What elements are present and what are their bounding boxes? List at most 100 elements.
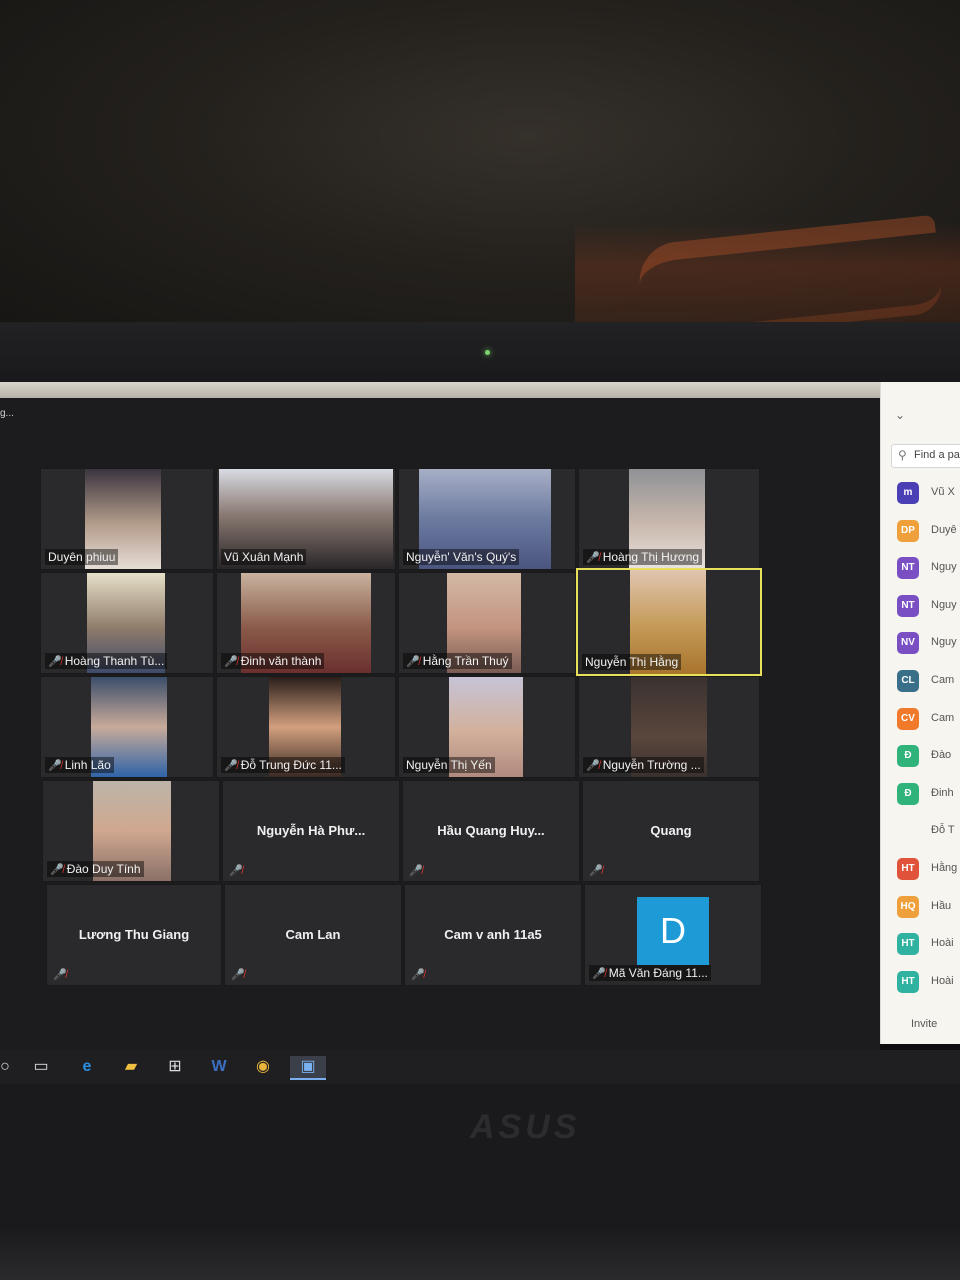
avatar-tile[interactable]: D 🎤̸ Mã Văn Đáng 11... <box>584 884 762 986</box>
participant-list-name: Duyê <box>931 523 957 536</box>
participant-list-name: Nguy <box>931 636 957 649</box>
word-icon[interactable]: W <box>208 1056 230 1078</box>
chrome-icon[interactable]: ◉ <box>252 1056 274 1078</box>
muted-mic-icon: 🎤̸ <box>586 760 600 772</box>
participant-list-item[interactable]: HT Hoài <box>897 933 960 957</box>
search-icon: ⚲ <box>898 448 907 462</box>
zoom-icon[interactable]: ▣ <box>290 1056 326 1080</box>
video-tile[interactable]: Vũ Xuân Mạnh <box>216 468 396 570</box>
participant-avatar: Đ <box>897 782 919 805</box>
participant-name: Nguyễn Thị Hằng <box>582 654 682 670</box>
participant-name: 🎤̸ Đỗ Trung Đức 11... <box>221 757 345 773</box>
participant-name: 🎤̸ Linh Lão <box>45 757 114 773</box>
participant-list-item[interactable]: CL Cam <box>897 670 960 694</box>
participant-avatar: DP <box>897 519 919 542</box>
video-tile[interactable]: Nguyễn' Văn's Quý's <box>398 468 576 570</box>
participant-name-text: Hoàng Thanh Tù... <box>64 654 165 668</box>
participant-avatar: m <box>897 482 919 504</box>
participant-name-text: Đào Duy Tính <box>66 862 141 876</box>
zoom-meeting-window: g... Duyên phiuu Vũ Xuân Mạnh Nguyễn' Vă… <box>0 398 880 1050</box>
video-tile[interactable]: 🎤̸ Linh Lão <box>40 676 214 778</box>
audio-only-tile[interactable]: Hầu Quang Huy... 🎤̸ <box>402 780 580 882</box>
video-tile[interactable]: 🎤̸ Hoàng Thanh Tù... <box>40 572 214 674</box>
participant-list-item[interactable]: HQ Hầu <box>897 895 960 920</box>
participant-list-item[interactable]: Đ Đinh <box>897 782 960 807</box>
video-tile[interactable]: 🎤̸ Đào Duy Tính <box>42 780 220 882</box>
participant-name-text: Mã Văn Đáng 11... <box>608 966 708 980</box>
participant-name-text: Hoàng Thị Hương <box>602 550 700 564</box>
participant-name: 🎤̸ Hằng Trần Thuý <box>403 653 512 669</box>
audio-only-tile[interactable]: Cam v anh 11a5 🎤̸ <box>404 884 582 986</box>
audio-only-tile[interactable]: Cam Lan 🎤̸ <box>224 884 402 986</box>
participants-panel: ⌄ ⚲ Find a pa m Vũ X DP Duyê NT Nguy NT Nguy NV N… <box>880 382 960 1044</box>
participant-name-text: Nguyễn Trường ... <box>602 758 701 772</box>
muted-mic-icon: 🎤̸ <box>411 969 425 981</box>
webcam-light <box>485 350 490 355</box>
participant-list-item[interactable]: NT Nguy <box>897 557 960 581</box>
participant-list-name: Vũ X <box>931 486 955 498</box>
laptop-brand-logo: ASUS <box>470 1108 581 1146</box>
muted-mic-icon: 🎤̸ <box>589 865 603 877</box>
video-tile-active-speaker[interactable]: Nguyễn Thị Hằng <box>576 568 762 676</box>
window-title: g... <box>0 408 14 419</box>
video-tile[interactable]: 🎤̸ Đỗ Trung Đức 11... <box>216 676 396 778</box>
video-tile[interactable]: 🎤̸ Hằng Trần Thuý <box>398 572 576 674</box>
audio-only-tile[interactable]: Quang 🎤̸ <box>582 780 760 882</box>
participant-list-name: Cam <box>931 674 955 686</box>
participant-name: Nguyễn' Văn's Quý's <box>403 549 520 565</box>
participant-search-input[interactable]: ⚲ Find a pa <box>891 444 960 468</box>
muted-mic-icon: 🎤̸ <box>406 656 420 668</box>
laptop-screen: g... Duyên phiuu Vũ Xuân Mạnh Nguyễn' Vă… <box>0 382 960 1084</box>
muted-mic-icon: 🎤̸ <box>586 552 600 564</box>
participant-list-name: Đinh <box>931 786 954 799</box>
participant-name: 🎤̸ Đinh văn thành <box>221 653 325 669</box>
invite-button[interactable]: Invite <box>911 1018 937 1030</box>
participant-name: 🎤̸ Mã Văn Đáng 11... <box>589 965 711 981</box>
participant-avatar: NV <box>897 632 919 655</box>
participant-list-item[interactable]: Đỗ T <box>897 820 960 844</box>
video-tile[interactable]: Duyên phiuu <box>40 468 214 570</box>
participant-list-item[interactable]: m Vũ X <box>897 482 960 506</box>
keyboard-edge <box>0 1230 960 1280</box>
participant-list-item[interactable]: HT Hằng <box>897 858 960 882</box>
participant-list-name: Nguy <box>931 561 957 574</box>
muted-mic-icon: 🎤̸ <box>224 656 238 668</box>
participant-name: Cam v anh 11a5 <box>444 927 542 942</box>
audio-only-tile[interactable]: Nguyễn Hà Phư... 🎤̸ <box>222 780 400 882</box>
store-icon[interactable]: ⊞ <box>164 1056 186 1078</box>
participant-avatar: NT <box>897 557 919 580</box>
participant-list-name: Nguy <box>931 598 957 611</box>
participant-list-item[interactable]: Đ Đào <box>897 745 960 769</box>
participant-name: 🎤̸ Nguyễn Trường ... <box>583 757 704 773</box>
participant-list-name: Hằng <box>931 862 958 874</box>
participant-avatar: CV <box>897 707 919 730</box>
participant-list-item[interactable]: NV Nguy <box>897 632 960 656</box>
participant-name: Vũ Xuân Mạnh <box>221 549 307 565</box>
edge-icon[interactable]: e <box>76 1056 98 1078</box>
search-circle-icon[interactable]: ○ <box>0 1056 16 1078</box>
participant-avatar: Đ <box>897 745 919 768</box>
participant-name: Nguyễn Hà Phư... <box>256 823 366 838</box>
participant-name: Nguyễn Thị Yến <box>403 757 495 773</box>
participant-list-item[interactable]: HT Hoài <box>897 970 960 995</box>
audio-only-tile[interactable]: Lương Thu Giang 🎤̸ <box>46 884 222 986</box>
file-explorer-icon[interactable]: ▰ <box>120 1056 142 1078</box>
participant-name-text: Hằng Trần Thuý <box>422 654 509 668</box>
participant-list-name: Cam <box>931 711 955 724</box>
video-tile[interactable]: 🎤̸ Nguyễn Trường ... <box>578 676 760 778</box>
participant-name: Duyên phiuu <box>45 549 119 565</box>
participant-list-item[interactable]: DP Duyê <box>897 519 960 544</box>
video-tile[interactable]: 🎤̸ Hoàng Thị Hương <box>578 468 760 570</box>
muted-mic-icon: 🎤̸ <box>592 968 606 980</box>
participant-list-item[interactable]: NT Nguy <box>897 594 960 619</box>
participant-name: Quang <box>650 823 692 838</box>
participant-list-name: Hầu <box>931 899 952 912</box>
participant-name: Hầu Quang Huy... <box>437 823 545 838</box>
participant-list-item[interactable]: CV Cam <box>897 707 960 732</box>
video-tile[interactable]: Nguyễn Thị Yến <box>398 676 576 778</box>
task-view-icon[interactable]: ▭ <box>30 1056 52 1078</box>
video-tile[interactable]: 🎤̸ Đinh văn thành <box>216 572 396 674</box>
participant-avatar: HT <box>897 858 919 880</box>
participant-list-name: Đào <box>931 749 952 762</box>
chevron-down-icon[interactable]: ⌄ <box>895 408 905 422</box>
